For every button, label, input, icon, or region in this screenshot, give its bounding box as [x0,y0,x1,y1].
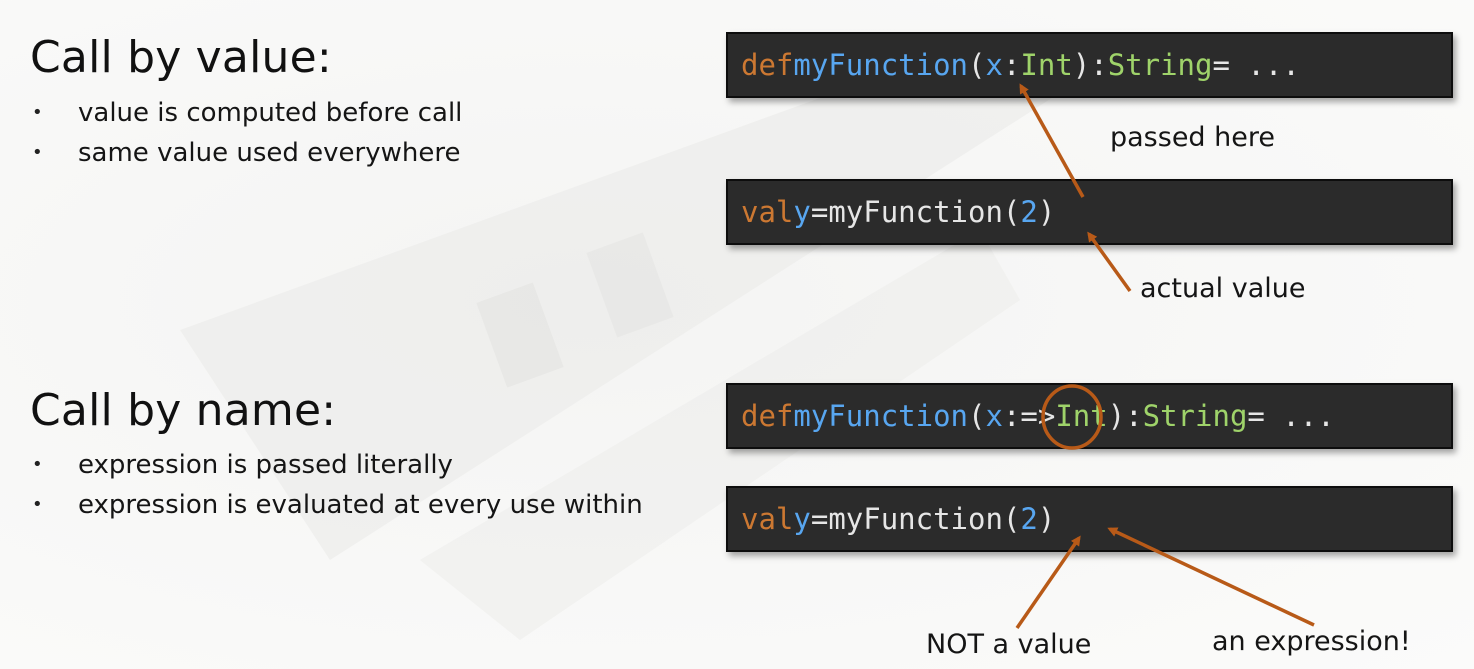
circle-arrow-operator [1041,384,1103,450]
annotation-overlay [1015,83,1315,629]
arrow-an-expression [1107,527,1315,627]
arrow-passed-here [1019,83,1085,198]
arrow-not-a-value [1015,535,1081,629]
arrow-actual-value [1087,231,1132,293]
